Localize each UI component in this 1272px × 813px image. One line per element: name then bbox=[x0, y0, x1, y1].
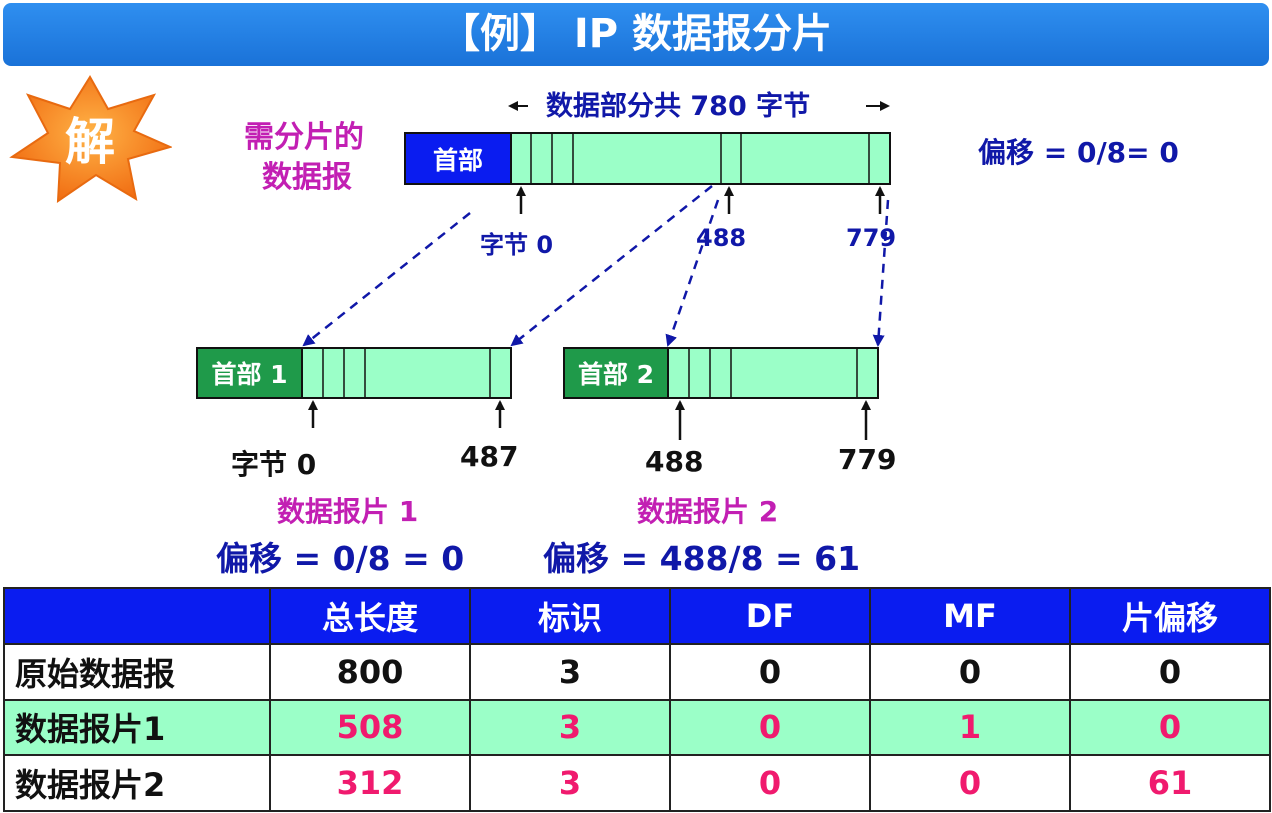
table-cell: 312 bbox=[269, 754, 471, 812]
table-row: 数据报片1 508 3 0 1 0 bbox=[3, 698, 1271, 757]
table-header-cell bbox=[3, 587, 271, 645]
fragment-diagram bbox=[196, 101, 891, 440]
frag1-mark-0-label: 字节 0 bbox=[231, 448, 317, 481]
table-cell: 800 bbox=[269, 642, 471, 701]
orig-mark-779-label: 779 bbox=[846, 224, 897, 252]
original-data-box bbox=[510, 132, 891, 185]
table-cell: 3 bbox=[469, 754, 671, 812]
row-label: 数据报片2 bbox=[3, 754, 271, 812]
orig-mark-0-label: 字节 0 bbox=[480, 231, 554, 259]
map-line-3 bbox=[665, 199, 720, 347]
table-cell: 0 bbox=[1069, 698, 1271, 757]
table-cell: 508 bbox=[269, 698, 471, 757]
frag2-caption: 数据报片 2 bbox=[637, 495, 779, 528]
table-cell: 0 bbox=[669, 642, 871, 701]
table-cell: 61 bbox=[1069, 754, 1271, 812]
table-cell: 1 bbox=[869, 698, 1071, 757]
table-cell: 0 bbox=[1069, 642, 1271, 701]
row-label: 原始数据报 bbox=[3, 642, 271, 701]
table-cell: 0 bbox=[869, 754, 1071, 812]
table-cell: 0 bbox=[669, 698, 871, 757]
table-cell: 3 bbox=[469, 642, 671, 701]
table-header-cell: 标识 bbox=[469, 587, 671, 645]
frag2-data-box bbox=[667, 347, 879, 399]
table-header-cell: MF bbox=[869, 587, 1071, 645]
frag1-header-label: 首部 1 bbox=[211, 360, 288, 389]
table-header-cell: DF bbox=[669, 587, 871, 645]
orig-mark-488-label: 488 bbox=[696, 224, 747, 252]
table-header-row: 总长度 标识 DF MF 片偏移 bbox=[3, 587, 1271, 645]
fragment-table: 总长度 标识 DF MF 片偏移 原始数据报 800 3 0 0 0 数据报片1… bbox=[3, 587, 1271, 812]
frag1-offset: 偏移 = 0/8 = 0 bbox=[216, 539, 465, 578]
table-cell: 0 bbox=[869, 642, 1071, 701]
table-header-cell: 总长度 bbox=[269, 587, 471, 645]
table-header-cell: 片偏移 bbox=[1069, 587, 1271, 645]
table-cell: 0 bbox=[669, 754, 871, 812]
original-header-label: 首部 bbox=[432, 145, 483, 175]
row-label: 数据报片1 bbox=[3, 698, 271, 757]
frag2-header-label: 首部 2 bbox=[577, 360, 655, 389]
table-row: 原始数据报 800 3 0 0 0 bbox=[3, 642, 1271, 701]
table-row: 数据报片2 312 3 0 0 61 bbox=[3, 754, 1271, 812]
frag1-data-box bbox=[301, 347, 512, 399]
frag2-offset: 偏移 = 488/8 = 61 bbox=[543, 539, 861, 578]
frag1-caption: 数据报片 1 bbox=[277, 495, 419, 528]
frag1-mark-487-label: 487 bbox=[460, 440, 519, 473]
map-line-1 bbox=[302, 212, 471, 347]
table-cell: 3 bbox=[469, 698, 671, 757]
map-line-4 bbox=[872, 199, 890, 347]
map-line-2 bbox=[510, 185, 713, 347]
frag2-mark-779-label: 779 bbox=[838, 443, 897, 476]
frag2-mark-488-label: 488 bbox=[645, 445, 704, 478]
